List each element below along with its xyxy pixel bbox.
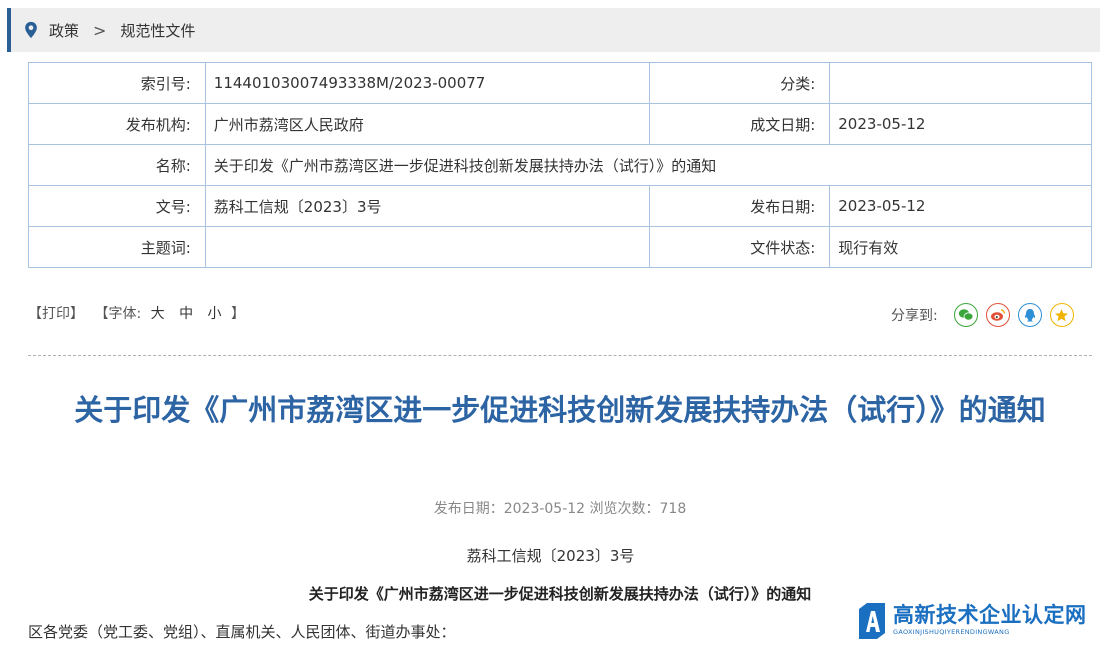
info-row-index: 索引号: 11440103007493338M/2023-00077 分类:: [28, 62, 1092, 104]
issuer-label: 发布机构:: [28, 103, 206, 145]
font-size-prefix: 【字体:: [94, 306, 142, 322]
keywords-value: [204, 226, 651, 268]
index-label: 索引号:: [28, 62, 206, 104]
status-label: 文件状态:: [649, 226, 831, 268]
watermark-sub-text: GAOXINJISHUQIYERENDINGWANG: [893, 628, 1010, 637]
share-label: 分享到:: [891, 308, 938, 324]
watermark-main-text: 高新技术企业认定网: [893, 603, 1087, 628]
site-watermark-logo: 高新技术企业认定网 GAOXINJISHUQIYERENDINGWANG: [855, 596, 1101, 645]
article-tools: 【打印】 【字体: 大 中 小 】: [28, 303, 245, 323]
article-paragraph: 区各党委（党工委、党组）、直属机关、人民团体、街道办事处：: [28, 623, 456, 641]
location-pin-icon: [25, 21, 37, 39]
written-date-label: 成文日期:: [649, 103, 831, 145]
font-medium-button[interactable]: 中: [179, 306, 193, 322]
article-meta: 发布日期：2023-05-12 浏览次数：718: [433, 501, 687, 517]
share-bar: 分享到:: [891, 303, 1074, 327]
document-info-table: 索引号: 11440103007493338M/2023-00077 分类: 发…: [28, 62, 1093, 268]
category-value: [829, 62, 1092, 104]
qzone-icon[interactable]: [1049, 303, 1074, 327]
breadcrumb-item-normative-documents[interactable]: 规范性文件: [120, 20, 195, 41]
publish-date-label: 发布日期:: [649, 185, 831, 227]
doc-no-value: 荔科工信规〔2023〕3号: [204, 185, 651, 227]
font-size-suffix: 】: [230, 306, 245, 322]
divider: [28, 355, 1092, 356]
wechat-icon[interactable]: [953, 303, 978, 327]
font-large-button[interactable]: 大: [151, 306, 165, 322]
status-value: 现行有效: [829, 226, 1092, 268]
issuer-value: 广州市荔湾区人民政府: [204, 103, 651, 145]
article-doc-number: 荔科工信规〔2023〕3号: [466, 547, 635, 565]
qq-icon[interactable]: [1017, 303, 1042, 327]
font-small-button[interactable]: 小: [208, 306, 222, 322]
name-value: 关于印发《广州市荔湾区进一步促进科技创新发展扶持办法（试行）》的通知: [204, 144, 1093, 186]
breadcrumb: 政策 > 规范性文件: [7, 8, 1100, 52]
weibo-icon[interactable]: [985, 303, 1010, 327]
info-row-issuer: 发布机构: 广州市荔湾区人民政府 成文日期: 2023-05-12: [28, 103, 1092, 145]
watermark-a-icon: [859, 602, 885, 639]
chevron-right-icon: >: [93, 20, 107, 40]
written-date-value: 2023-05-12: [829, 103, 1092, 145]
info-row-doc-no: 文号: 荔科工信规〔2023〕3号 发布日期: 2023-05-12: [28, 185, 1092, 227]
breadcrumb-item-policy[interactable]: 政策: [49, 20, 79, 41]
info-row-keywords: 主题词: 文件状态: 现行有效: [28, 226, 1092, 268]
category-label: 分类:: [649, 62, 831, 104]
doc-no-label: 文号:: [28, 185, 206, 227]
publish-date-value: 2023-05-12: [829, 185, 1092, 227]
article-title: 关于印发《广州市荔湾区进一步促进科技创新发展扶持办法（试行）》的通知: [74, 393, 1046, 427]
name-label: 名称:: [28, 144, 206, 186]
keywords-label: 主题词:: [28, 226, 206, 268]
index-value: 11440103007493338M/2023-00077: [204, 62, 651, 104]
print-button[interactable]: 【打印】: [28, 306, 84, 322]
info-row-name: 名称: 关于印发《广州市荔湾区进一步促进科技创新发展扶持办法（试行）》的通知: [28, 144, 1093, 186]
